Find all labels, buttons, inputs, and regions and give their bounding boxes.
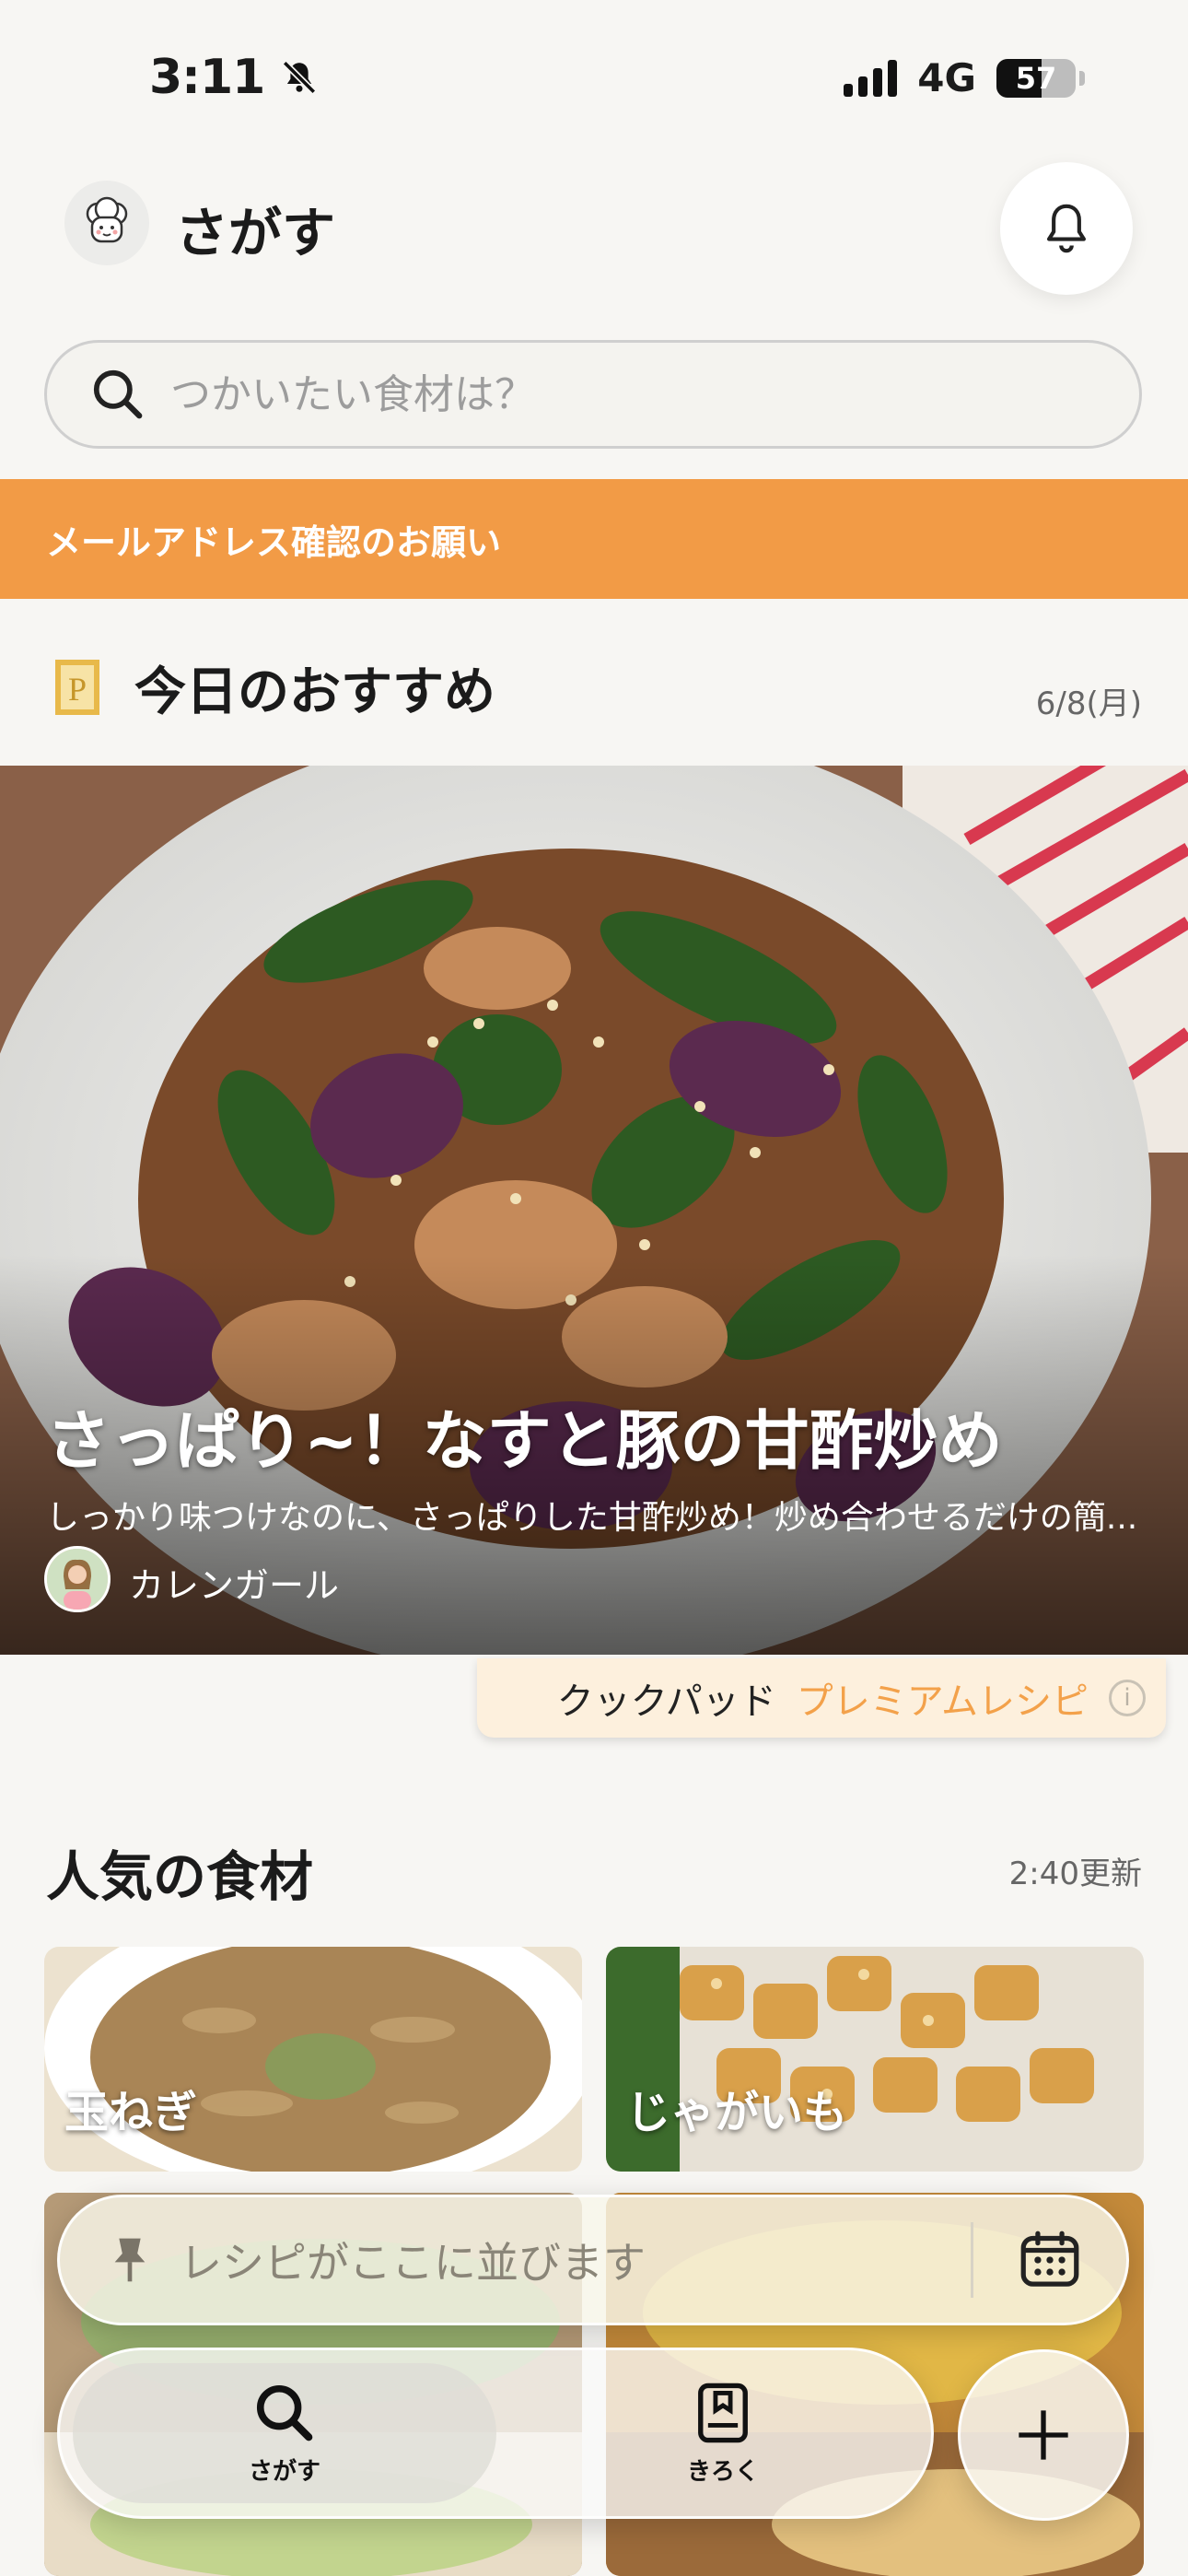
calendar-icon [1020,2231,1079,2287]
network-type: 4G [917,55,976,100]
ingredient-label: 玉ねぎ [64,2087,198,2138]
svg-text:P: P [68,671,87,708]
recipe-list-bar[interactable]: レシピがここに並びます [57,2195,1129,2325]
status-indicators: 4G 57 [844,55,1085,100]
premium-label-cookpad: クックパッド [556,1680,776,1723]
battery-icon: 57 [996,58,1076,98]
ingredient-label: じゃがいも [626,2087,848,2138]
premium-label-recipe: プレミアムレシピ [796,1680,1089,1723]
search-icon [256,2384,313,2441]
status-time-text: 3:11 [149,50,265,105]
add-recipe-button[interactable] [958,2349,1129,2521]
notification-button[interactable] [1000,162,1133,295]
battery-level: 57 [1015,60,1057,96]
search-icon [93,369,143,419]
author-avatar [44,1546,111,1612]
book-icon [698,2383,748,2442]
recommend-title: 今日のおすすめ [134,662,495,722]
tab-record[interactable]: きろく [576,2363,870,2503]
battery-cap [1079,70,1085,86]
ingredient-tile-potato[interactable]: じゃがいも [606,1947,1144,2172]
status-time: 3:11 [149,50,319,105]
popular-updated: 2:40更新 [1008,1856,1142,1892]
recipe-description: しっかり味つけなのに、さっぱりした甘酢炒め！炒め合わせるだけの簡... [46,1499,1138,1537]
search-input[interactable] [169,369,1001,419]
premium-recipe-badge[interactable]: クックパッド プレミアムレシピ i [477,1658,1166,1738]
chef-avatar[interactable] [64,181,149,265]
silent-bell-icon [283,60,317,95]
search-bar[interactable] [44,340,1142,449]
tab-search-label: さがす [248,2457,320,2486]
calendar-button[interactable] [973,2195,1126,2325]
popular-title: 人気の食材 [46,1845,314,1908]
recipe-list-placeholder: レシピがここに並びます [180,2238,646,2288]
recommend-date: 6/8(月) [1035,685,1142,722]
page-title: さがす [175,202,336,264]
ingredient-tile-onion[interactable]: 玉ねぎ [44,1947,582,2172]
author-name[interactable]: カレンガール [129,1557,339,1608]
bell-icon [1047,204,1086,253]
tab-bar: さがす きろく [57,2348,934,2519]
tab-search[interactable]: さがす [73,2363,496,2503]
chef-hat-icon [86,196,128,243]
tab-record-label: きろく [686,2457,759,2486]
pin-icon [114,2238,146,2282]
plus-icon [1019,2410,1068,2460]
recipe-title: さっぱり~！なすと豚の甘酢炒め [46,1403,1003,1479]
signal-icon [844,59,898,97]
info-icon[interactable]: i [1109,1680,1146,1716]
email-verification-banner[interactable]: メールアドレス確認のお願い [0,479,1188,599]
premium-bookmark-icon: P [55,660,99,715]
